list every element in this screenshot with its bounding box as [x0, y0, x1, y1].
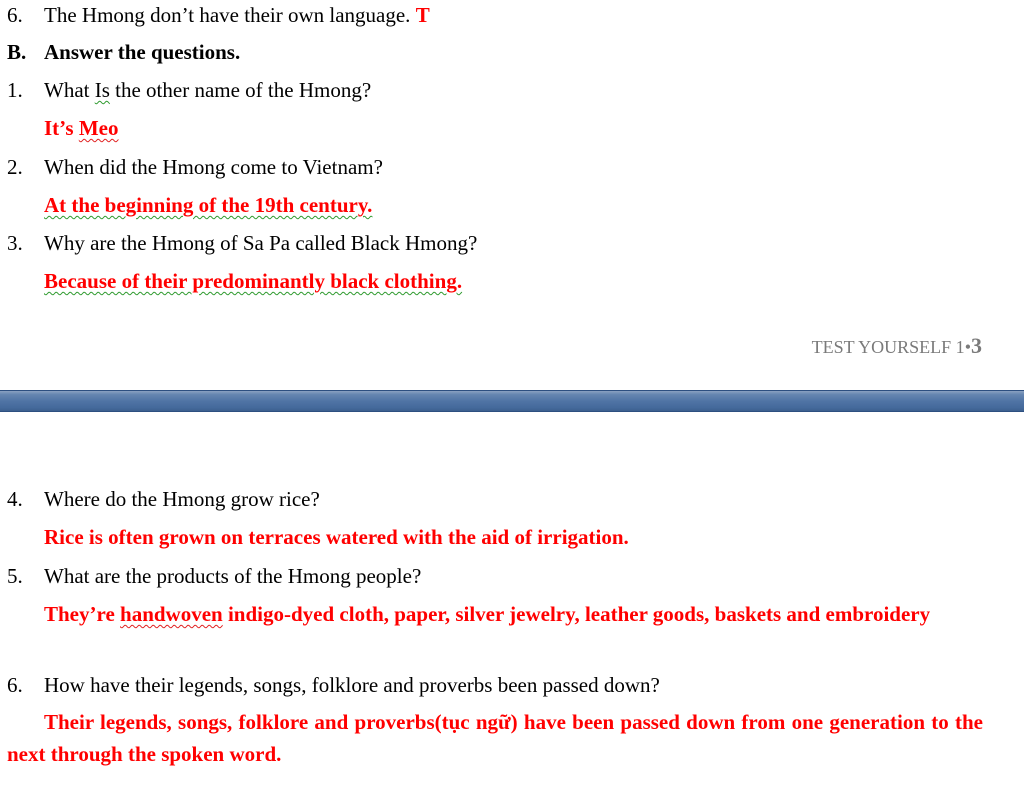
question-text[interactable]: When did the Hmong come to Vietnam? [44, 154, 383, 180]
document-page-bottom: 4. Where do the Hmong grow rice? Rice is… [0, 412, 1024, 795]
question-text[interactable]: Why are the Hmong of Sa Pa called Black … [44, 230, 477, 256]
question-number: 1. [7, 78, 23, 102]
question-number: 5. [7, 564, 23, 588]
answer-text[interactable]: At the beginning of the 19th century. [44, 192, 372, 218]
answer-text[interactable]: It’s Meo [44, 115, 118, 141]
question-text[interactable]: How have their legends, songs, folklore … [44, 672, 660, 698]
spelling-flagged-word[interactable]: Meo [79, 116, 119, 140]
question-text[interactable]: What Is the other name of the Hmong? [44, 77, 371, 103]
answer-6[interactable]: Their legends, songs, folklore and prove… [7, 706, 983, 770]
page-break-separator [0, 390, 1024, 412]
item-number: 6. [7, 3, 23, 27]
tf-answer[interactable]: T [416, 3, 430, 27]
question-number: 2. [7, 155, 23, 179]
answer-text[interactable]: Because of their predominantly black clo… [44, 268, 462, 294]
page-footer: TEST YOURSELF 1•3 [812, 333, 982, 359]
question-number: 3. [7, 231, 23, 255]
answer-5[interactable]: They’re handwoven indigo-dyed cloth, pap… [7, 598, 983, 630]
document-page-top: 6. The Hmong don’t have their own langua… [0, 0, 1024, 390]
footer-title: TEST YOURSELF 1 [811, 337, 965, 357]
spelling-flagged-word[interactable]: handwoven [120, 602, 223, 626]
section-letter: B. [7, 40, 27, 64]
statement-text[interactable]: The Hmong don’t have their own language. [44, 3, 410, 27]
question-text[interactable]: Where do the Hmong grow rice? [44, 486, 320, 512]
grammar-flagged-word[interactable]: Is [95, 78, 110, 102]
question-text[interactable]: What are the products of the Hmong peopl… [44, 563, 421, 589]
section-title[interactable]: Answer the questions. [44, 39, 240, 65]
answer-text[interactable]: Rice is often grown on terraces watered … [44, 524, 629, 550]
question-number: 6. [7, 673, 23, 697]
page-number: 3 [971, 333, 982, 358]
question-number: 4. [7, 487, 23, 511]
